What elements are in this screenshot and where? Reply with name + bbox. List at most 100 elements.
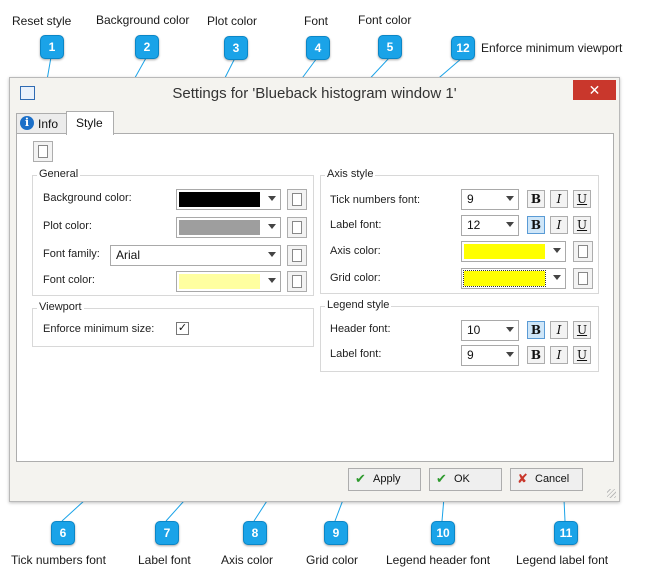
callout-label-font: Font — [304, 14, 329, 28]
viewport-group: Viewport Enforce minimum size: ✓ — [32, 301, 314, 347]
tick-numbers-font-size-value: 9 — [467, 192, 474, 206]
chevron-down-icon — [268, 196, 276, 201]
legend-header-font-size-combo[interactable]: 10 — [461, 320, 519, 341]
ok-button[interactable]: ✔ OK — [429, 468, 502, 491]
grid-color-reset-button[interactable] — [573, 268, 593, 289]
legend-header-font-size-value: 10 — [467, 323, 481, 337]
grid-color-label: Grid color: — [330, 272, 381, 284]
tab-style-label: Style — [76, 116, 103, 130]
legend-label-italic-button[interactable]: I — [550, 346, 568, 364]
enforce-minimum-size-label: Enforce minimum size: — [43, 323, 155, 335]
info-icon: i — [20, 116, 34, 130]
callout-label-label-font: Label font — [138, 553, 191, 567]
font-family-reset-button[interactable] — [287, 245, 307, 266]
axis-color-combo[interactable] — [461, 241, 566, 262]
grid-color-combo[interactable] — [461, 268, 566, 289]
callout-badge-5: 5 — [378, 35, 402, 59]
tick-numbers-font-size-combo[interactable]: 9 — [461, 189, 519, 210]
chevron-down-icon — [506, 327, 514, 332]
legend-label-bold-button[interactable]: B — [527, 346, 545, 364]
style-tab-page: General Background color: Plot color: Fo… — [16, 133, 614, 462]
window-title: Settings for 'Blueback histogram window … — [172, 85, 457, 102]
callout-label-legend-label-font: Legend label font — [516, 553, 609, 567]
reset-document-icon — [292, 249, 302, 262]
settings-window: Settings for 'Blueback histogram window … — [9, 77, 620, 502]
plot-color-combo[interactable] — [176, 217, 281, 238]
checkmark-icon: ✔ — [436, 471, 447, 486]
background-color-label: Background color: — [43, 192, 132, 204]
reset-style-button[interactable] — [33, 141, 53, 162]
chevron-down-icon — [553, 248, 561, 253]
enforce-minimum-size-checkbox[interactable]: ✓ — [176, 322, 189, 335]
callout-label-font-color: Font color — [358, 13, 412, 27]
axis-label-underline-button[interactable]: U — [573, 216, 591, 234]
reset-document-icon — [38, 145, 48, 158]
reset-document-icon — [578, 245, 588, 258]
grid-color-swatch — [463, 270, 546, 287]
cancel-button-label: Cancel — [535, 473, 570, 485]
close-button[interactable]: ✕ — [573, 80, 616, 100]
checkmark-icon: ✔ — [355, 471, 366, 486]
ok-button-label: OK — [454, 473, 470, 485]
plot-color-label: Plot color: — [43, 220, 92, 232]
axis-label-bold-button[interactable]: B — [527, 216, 545, 234]
axis-color-swatch — [464, 244, 545, 259]
chevron-down-icon — [553, 275, 561, 280]
legend-label-underline-button[interactable]: U — [573, 346, 591, 364]
callout-badge-6: 6 — [51, 521, 75, 545]
font-color-combo[interactable] — [176, 271, 281, 292]
axis-style-group-title: Axis style — [325, 168, 376, 180]
cross-icon: ✘ — [517, 471, 528, 486]
callout-badge-3: 3 — [224, 36, 248, 60]
callout-badge-9: 9 — [324, 521, 348, 545]
axis-label-italic-button[interactable]: I — [550, 216, 568, 234]
chevron-down-icon — [506, 196, 514, 201]
legend-label-font-size-value: 9 — [467, 348, 474, 362]
plot-color-reset-button[interactable] — [287, 217, 307, 238]
font-color-label: Font color: — [43, 274, 95, 286]
apply-button[interactable]: ✔ Apply — [348, 468, 421, 491]
tab-info[interactable]: i Info — [16, 113, 68, 134]
legend-header-bold-button[interactable]: B — [527, 321, 545, 339]
legend-header-underline-button[interactable]: U — [573, 321, 591, 339]
font-family-label: Font family: — [43, 248, 100, 260]
tick-numbers-underline-button[interactable]: U — [573, 190, 591, 208]
font-color-reset-button[interactable] — [287, 271, 307, 292]
reset-document-icon — [578, 272, 588, 285]
axis-color-reset-button[interactable] — [573, 241, 593, 262]
axis-label-font-size-combo[interactable]: 12 — [461, 215, 519, 236]
callout-label-enforce-minimum-viewport: Enforce minimum viewport — [481, 41, 623, 55]
callout-badge-8: 8 — [243, 521, 267, 545]
cancel-button[interactable]: ✘ Cancel — [510, 468, 583, 491]
callout-label-tick-numbers-font: Tick numbers font — [11, 553, 106, 567]
tab-style[interactable]: Style — [66, 111, 114, 135]
callout-badge-7: 7 — [155, 521, 179, 545]
viewport-group-title: Viewport — [37, 301, 84, 313]
general-group-title: General — [37, 168, 81, 180]
legend-header-italic-button[interactable]: I — [550, 321, 568, 339]
background-color-combo[interactable] — [176, 189, 281, 210]
callout-label-reset-style: Reset style — [12, 14, 72, 28]
callout-badge-2: 2 — [135, 35, 159, 59]
legend-label-font-label: Label font: — [330, 348, 382, 360]
callout-badge-4: 4 — [306, 36, 330, 60]
background-color-reset-button[interactable] — [287, 189, 307, 210]
axis-label-font-label: Label font: — [330, 219, 382, 231]
resize-grip-icon[interactable] — [607, 489, 616, 498]
tick-numbers-bold-button[interactable]: B — [527, 190, 545, 208]
legend-label-font-size-combo[interactable]: 9 — [461, 345, 519, 366]
tick-numbers-italic-button[interactable]: I — [550, 190, 568, 208]
callout-label-plot-color: Plot color — [207, 14, 258, 28]
plot-color-swatch — [179, 220, 260, 235]
axis-label-font-size-value: 12 — [467, 218, 481, 232]
tick-numbers-font-label: Tick numbers font: — [330, 194, 421, 206]
background-color-swatch — [179, 192, 260, 207]
chevron-down-icon — [506, 352, 514, 357]
callout-badge-12: 12 — [451, 36, 475, 60]
chevron-down-icon — [268, 224, 276, 229]
callout-badge-1: 1 — [40, 35, 64, 59]
tab-info-label: Info — [38, 117, 59, 131]
font-family-combo[interactable]: Arial — [110, 245, 281, 266]
axis-style-group: Axis style Tick numbers font: 9 B I U La… — [320, 168, 599, 294]
title-bar: Settings for 'Blueback histogram window … — [10, 78, 619, 107]
